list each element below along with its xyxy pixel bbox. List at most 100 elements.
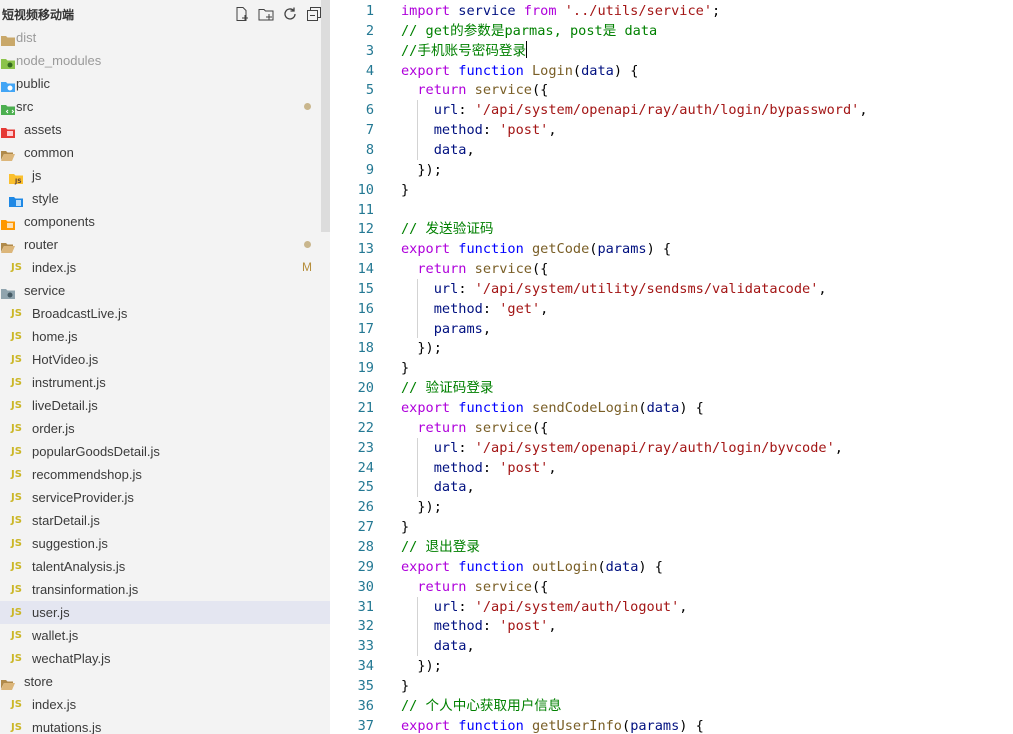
- public-folder-icon: [1, 77, 15, 92]
- code-line[interactable]: 18 });: [330, 338, 1013, 358]
- tree-item[interactable]: JS serviceProvider.js: [0, 486, 330, 509]
- code-line[interactable]: 33 data,: [330, 636, 1013, 656]
- js-file-icon: JS: [11, 538, 22, 549]
- tree-item[interactable]: JS order.js: [0, 417, 330, 440]
- code-text: params,: [401, 319, 491, 339]
- tree-item[interactable]: JS recommendshop.js: [0, 463, 330, 486]
- tree-item[interactable]: common: [0, 141, 330, 164]
- code-token: data: [581, 62, 614, 79]
- explorer-scrollbar[interactable]: [321, 0, 330, 232]
- code-token: ,: [679, 598, 688, 615]
- tree-item[interactable]: components: [0, 210, 330, 233]
- tree-item-label: dist: [16, 30, 37, 45]
- code-line[interactable]: 12 // 发送验证码: [330, 219, 1013, 239]
- code-line[interactable]: 21 export function sendCodeLogin(data) {: [330, 398, 1013, 418]
- code-line[interactable]: 4 export function Login(data) {: [330, 61, 1013, 81]
- code-line[interactable]: 26 });: [330, 497, 1013, 517]
- code-token: //手机账号密码登录: [401, 42, 527, 59]
- tree-item[interactable]: JS instrument.js: [0, 371, 330, 394]
- code-line[interactable]: 25 data,: [330, 477, 1013, 497]
- tree-item[interactable]: JS HotVideo.js: [0, 348, 330, 371]
- tree-item[interactable]: JS transinformation.js: [0, 578, 330, 601]
- code-line[interactable]: 8 data,: [330, 140, 1013, 160]
- node-folder-icon: [1, 54, 15, 69]
- code-line[interactable]: 5 return service({: [330, 80, 1013, 100]
- code-line[interactable]: 31 url: '/api/system/auth/logout',: [330, 597, 1013, 617]
- code-token: }: [401, 360, 410, 377]
- code-line[interactable]: 30 return service({: [330, 577, 1013, 597]
- js-file-icon: JS: [11, 377, 22, 388]
- code-line[interactable]: 36 // 个人中心获取用户信息: [330, 696, 1013, 716]
- tree-item[interactable]: JS suggestion.js: [0, 532, 330, 555]
- code-editor[interactable]: 1 import service from '../utils/service';…: [330, 0, 1013, 734]
- code-line[interactable]: 10}: [330, 180, 1013, 200]
- code-token: // get的参数是parmas, post是 data: [401, 22, 658, 39]
- code-line[interactable]: 28 // 退出登录: [330, 537, 1013, 557]
- tree-item[interactable]: JS index.js: [0, 693, 330, 716]
- code-line[interactable]: 22 return service({: [330, 418, 1013, 438]
- tree-item[interactable]: store: [0, 670, 330, 693]
- collapse-all-icon[interactable]: [305, 5, 322, 22]
- modified-dot: [304, 241, 311, 248]
- code-line[interactable]: 37 export function getUserInfo(params) {: [330, 716, 1013, 734]
- tree-item[interactable]: JS home.js: [0, 325, 330, 348]
- tree-item[interactable]: JS liveDetail.js: [0, 394, 330, 417]
- tree-item[interactable]: node_modules: [0, 49, 330, 72]
- code-line[interactable]: 14 return service({: [330, 259, 1013, 279]
- tree-item[interactable]: router: [0, 233, 330, 256]
- code-token: data: [433, 638, 467, 655]
- tree-item[interactable]: src: [0, 95, 330, 118]
- code-line[interactable]: 17 params,: [330, 319, 1013, 339]
- tree-item[interactable]: JS wechatPlay.js: [0, 647, 330, 670]
- new-folder-icon[interactable]: [257, 5, 274, 22]
- code-line[interactable]: 2 // get的参数是parmas, post是 data: [330, 21, 1013, 41]
- line-number: 24: [357, 459, 374, 476]
- tree-item[interactable]: JS index.js M: [0, 256, 330, 279]
- tree-item[interactable]: JS popularGoodsDetail.js: [0, 440, 330, 463]
- code-line[interactable]: 6 url: '/api/system/openapi/ray/auth/log…: [330, 100, 1013, 120]
- tree-item[interactable]: service: [0, 279, 330, 302]
- code-line[interactable]: 32 method: 'post',: [330, 616, 1013, 636]
- code-line[interactable]: 19}: [330, 358, 1013, 378]
- code-token: ({: [531, 82, 549, 99]
- code-line[interactable]: 11: [330, 200, 1013, 220]
- tree-item[interactable]: JS wallet.js: [0, 624, 330, 647]
- style-folder-icon: [9, 192, 23, 207]
- code-text: }: [401, 180, 409, 200]
- code-line[interactable]: 7 method: 'post',: [330, 120, 1013, 140]
- code-token: ) {: [679, 400, 704, 416]
- new-file-icon[interactable]: [233, 5, 250, 22]
- tree-item[interactable]: public: [0, 72, 330, 95]
- code-line[interactable]: 24 method: 'post',: [330, 458, 1013, 478]
- code-line[interactable]: 13 export function getCode(params) {: [330, 239, 1013, 259]
- code-line[interactable]: 20 // 验证码登录: [330, 378, 1013, 398]
- code-line[interactable]: 34 });: [330, 656, 1013, 676]
- code-line[interactable]: 27}: [330, 517, 1013, 537]
- tree-item[interactable]: JS user.js: [0, 601, 330, 624]
- code-line[interactable]: 23 url: '/api/system/openapi/ray/auth/lo…: [330, 438, 1013, 458]
- code-text: url: '/api/system/auth/logout',: [401, 597, 688, 617]
- tree-item[interactable]: style: [0, 187, 330, 210]
- code-text: method: 'post',: [401, 120, 557, 140]
- code-line[interactable]: 29 export function outLogin(data) {: [330, 557, 1013, 577]
- line-number: 15: [357, 280, 374, 297]
- tree-item[interactable]: dist: [0, 26, 330, 49]
- tree-item[interactable]: JS BroadcastLive.js: [0, 302, 330, 325]
- code-line[interactable]: 9 });: [330, 160, 1013, 180]
- code-token: service: [474, 578, 532, 595]
- js-file-icon: JS: [11, 400, 22, 411]
- code-line[interactable]: 15 url: '/api/system/utility/sendsms/val…: [330, 279, 1013, 299]
- tree-item[interactable]: JS talentAnalysis.js: [0, 555, 330, 578]
- refresh-icon[interactable]: [281, 5, 298, 22]
- code-line[interactable]: 1 import service from '../utils/service';: [330, 1, 1013, 21]
- code-line[interactable]: 35}: [330, 676, 1013, 696]
- tree-item[interactable]: assets: [0, 118, 330, 141]
- code-line[interactable]: 16 method: 'get',: [330, 299, 1013, 319]
- tree-item-label: talentAnalysis.js: [32, 559, 126, 574]
- tree-item[interactable]: JS mutations.js: [0, 716, 330, 734]
- tree-item[interactable]: JS js: [0, 164, 330, 187]
- tree-item[interactable]: JS starDetail.js: [0, 509, 330, 532]
- code-line[interactable]: 3 //手机账号密码登录: [330, 40, 1013, 61]
- code-token: function: [458, 62, 532, 79]
